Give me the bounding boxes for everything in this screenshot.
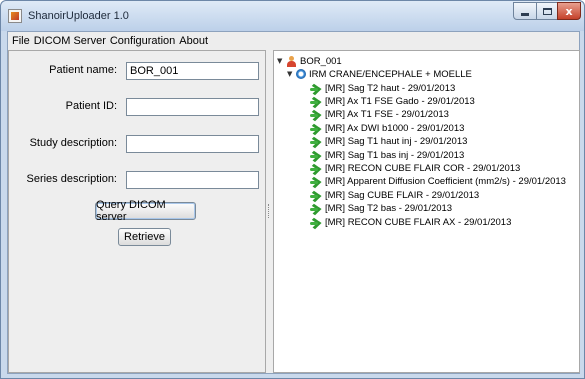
app-window: ShanoirUploader 1.0 x File DICOM Server …	[0, 0, 585, 379]
series-arrow-icon	[309, 204, 322, 213]
client-area: File DICOM Server Configuration About Pa…	[7, 31, 580, 374]
study-icon	[296, 69, 306, 79]
menu-dicom-server[interactable]: DICOM Server	[34, 35, 110, 47]
tree-series-node[interactable]: [MR] Apparent Diffusion Coefficient (mm2…	[309, 176, 566, 188]
series-node-label: [MR] Ax T1 FSE - 29/01/2013	[325, 109, 449, 121]
maximize-button[interactable]	[536, 2, 558, 20]
menu-configuration[interactable]: Configuration	[110, 35, 179, 47]
tree-series-node[interactable]: [MR] Ax T1 FSE - 29/01/2013	[309, 109, 449, 121]
series-arrow-icon	[309, 110, 322, 119]
series-arrow-icon	[309, 191, 322, 200]
expanded-arrow-icon[interactable]: ▼	[287, 70, 294, 78]
dicom-tree-panel[interactable]: ▼ BOR_001 ▼ IRM CRANE/ENCEPHALE + MOELLE…	[273, 50, 580, 373]
series-arrow-icon	[309, 177, 322, 186]
series-description-label: Series description:	[26, 173, 118, 185]
patient-icon	[286, 55, 297, 67]
maximize-icon	[542, 7, 552, 15]
divider-grip-icon	[268, 204, 270, 218]
minimize-icon	[521, 12, 529, 16]
query-dicom-server-button[interactable]: Query DICOM server	[95, 199, 196, 223]
tree-study-node[interactable]: ▼ IRM CRANE/ENCEPHALE + MOELLE	[287, 68, 472, 80]
series-arrow-icon	[309, 97, 322, 106]
split-pane-divider[interactable]	[266, 50, 273, 373]
query-form-panel: Patient name: Patient ID: Study descript…	[8, 50, 266, 373]
menu-file[interactable]: File	[12, 35, 34, 47]
tree-series-node[interactable]: [MR] RECON CUBE FLAIR AX - 29/01/2013	[309, 216, 511, 228]
study-description-label: Study description:	[29, 137, 117, 149]
series-arrow-icon	[309, 151, 322, 160]
series-node-label: [MR] Sag CUBE FLAIR - 29/01/2013	[325, 189, 480, 201]
series-node-label: [MR] Apparent Diffusion Coefficient (mm2…	[325, 176, 566, 188]
tree-series-node[interactable]: [MR] Sag T2 bas - 29/01/2013	[309, 203, 452, 215]
minimize-button[interactable]	[513, 2, 537, 20]
tree-series-node[interactable]: [MR] Sag CUBE FLAIR - 29/01/2013	[309, 189, 479, 201]
expanded-arrow-icon[interactable]: ▼	[277, 57, 284, 65]
study-description-field[interactable]	[126, 135, 259, 153]
title-bar[interactable]: ShanoirUploader 1.0 x	[1, 1, 584, 31]
close-button[interactable]: x	[557, 2, 581, 20]
close-icon: x	[565, 4, 573, 18]
patient-name-label: Patient name:	[49, 64, 117, 76]
series-node-label: [MR] Ax T1 FSE Gado - 29/01/2013	[325, 95, 475, 107]
window-title: ShanoirUploader 1.0	[28, 10, 129, 22]
tree-patient-node[interactable]: ▼ BOR_001	[277, 55, 342, 67]
series-arrow-icon	[309, 218, 322, 227]
series-node-label: [MR] Sag T1 bas inj - 29/01/2013	[325, 149, 465, 161]
tree-series-node[interactable]: [MR] RECON CUBE FLAIR COR - 29/01/2013	[309, 162, 520, 174]
series-node-label: [MR] Sag T1 haut inj - 29/01/2013	[325, 136, 468, 148]
tree-series-node[interactable]: [MR] Sag T1 bas inj - 29/01/2013	[309, 149, 464, 161]
patient-name-field[interactable]	[126, 62, 259, 80]
java-app-icon[interactable]	[8, 9, 22, 23]
patient-node-label: BOR_001	[300, 55, 342, 67]
series-arrow-icon	[309, 84, 322, 93]
menu-bar: File DICOM Server Configuration About	[8, 32, 579, 50]
retrieve-button[interactable]: Retrieve	[118, 228, 171, 246]
menu-about[interactable]: About	[179, 35, 212, 47]
series-description-field[interactable]	[126, 171, 259, 189]
series-node-label: [MR] RECON CUBE FLAIR AX - 29/01/2013	[325, 216, 512, 228]
patient-id-label: Patient ID:	[65, 100, 117, 112]
series-arrow-icon	[309, 164, 322, 173]
patient-id-field[interactable]	[126, 98, 259, 116]
series-node-label: [MR] Sag T2 bas - 29/01/2013	[325, 203, 453, 215]
series-node-label: [MR] Ax DWI b1000 - 29/01/2013	[325, 122, 465, 134]
tree-series-node[interactable]: [MR] Ax DWI b1000 - 29/01/2013	[309, 122, 464, 134]
tree-series-node[interactable]: [MR] Ax T1 FSE Gado - 29/01/2013	[309, 95, 475, 107]
series-arrow-icon	[309, 124, 322, 133]
tree-series-node[interactable]: [MR] Sag T2 haut - 29/01/2013	[309, 82, 455, 94]
series-node-label: [MR] RECON CUBE FLAIR COR - 29/01/2013	[325, 162, 521, 174]
study-node-label: IRM CRANE/ENCEPHALE + MOELLE	[309, 68, 472, 80]
series-node-label: [MR] Sag T2 haut - 29/01/2013	[325, 82, 456, 94]
series-arrow-icon	[309, 137, 322, 146]
tree-series-node[interactable]: [MR] Sag T1 haut inj - 29/01/2013	[309, 136, 467, 148]
